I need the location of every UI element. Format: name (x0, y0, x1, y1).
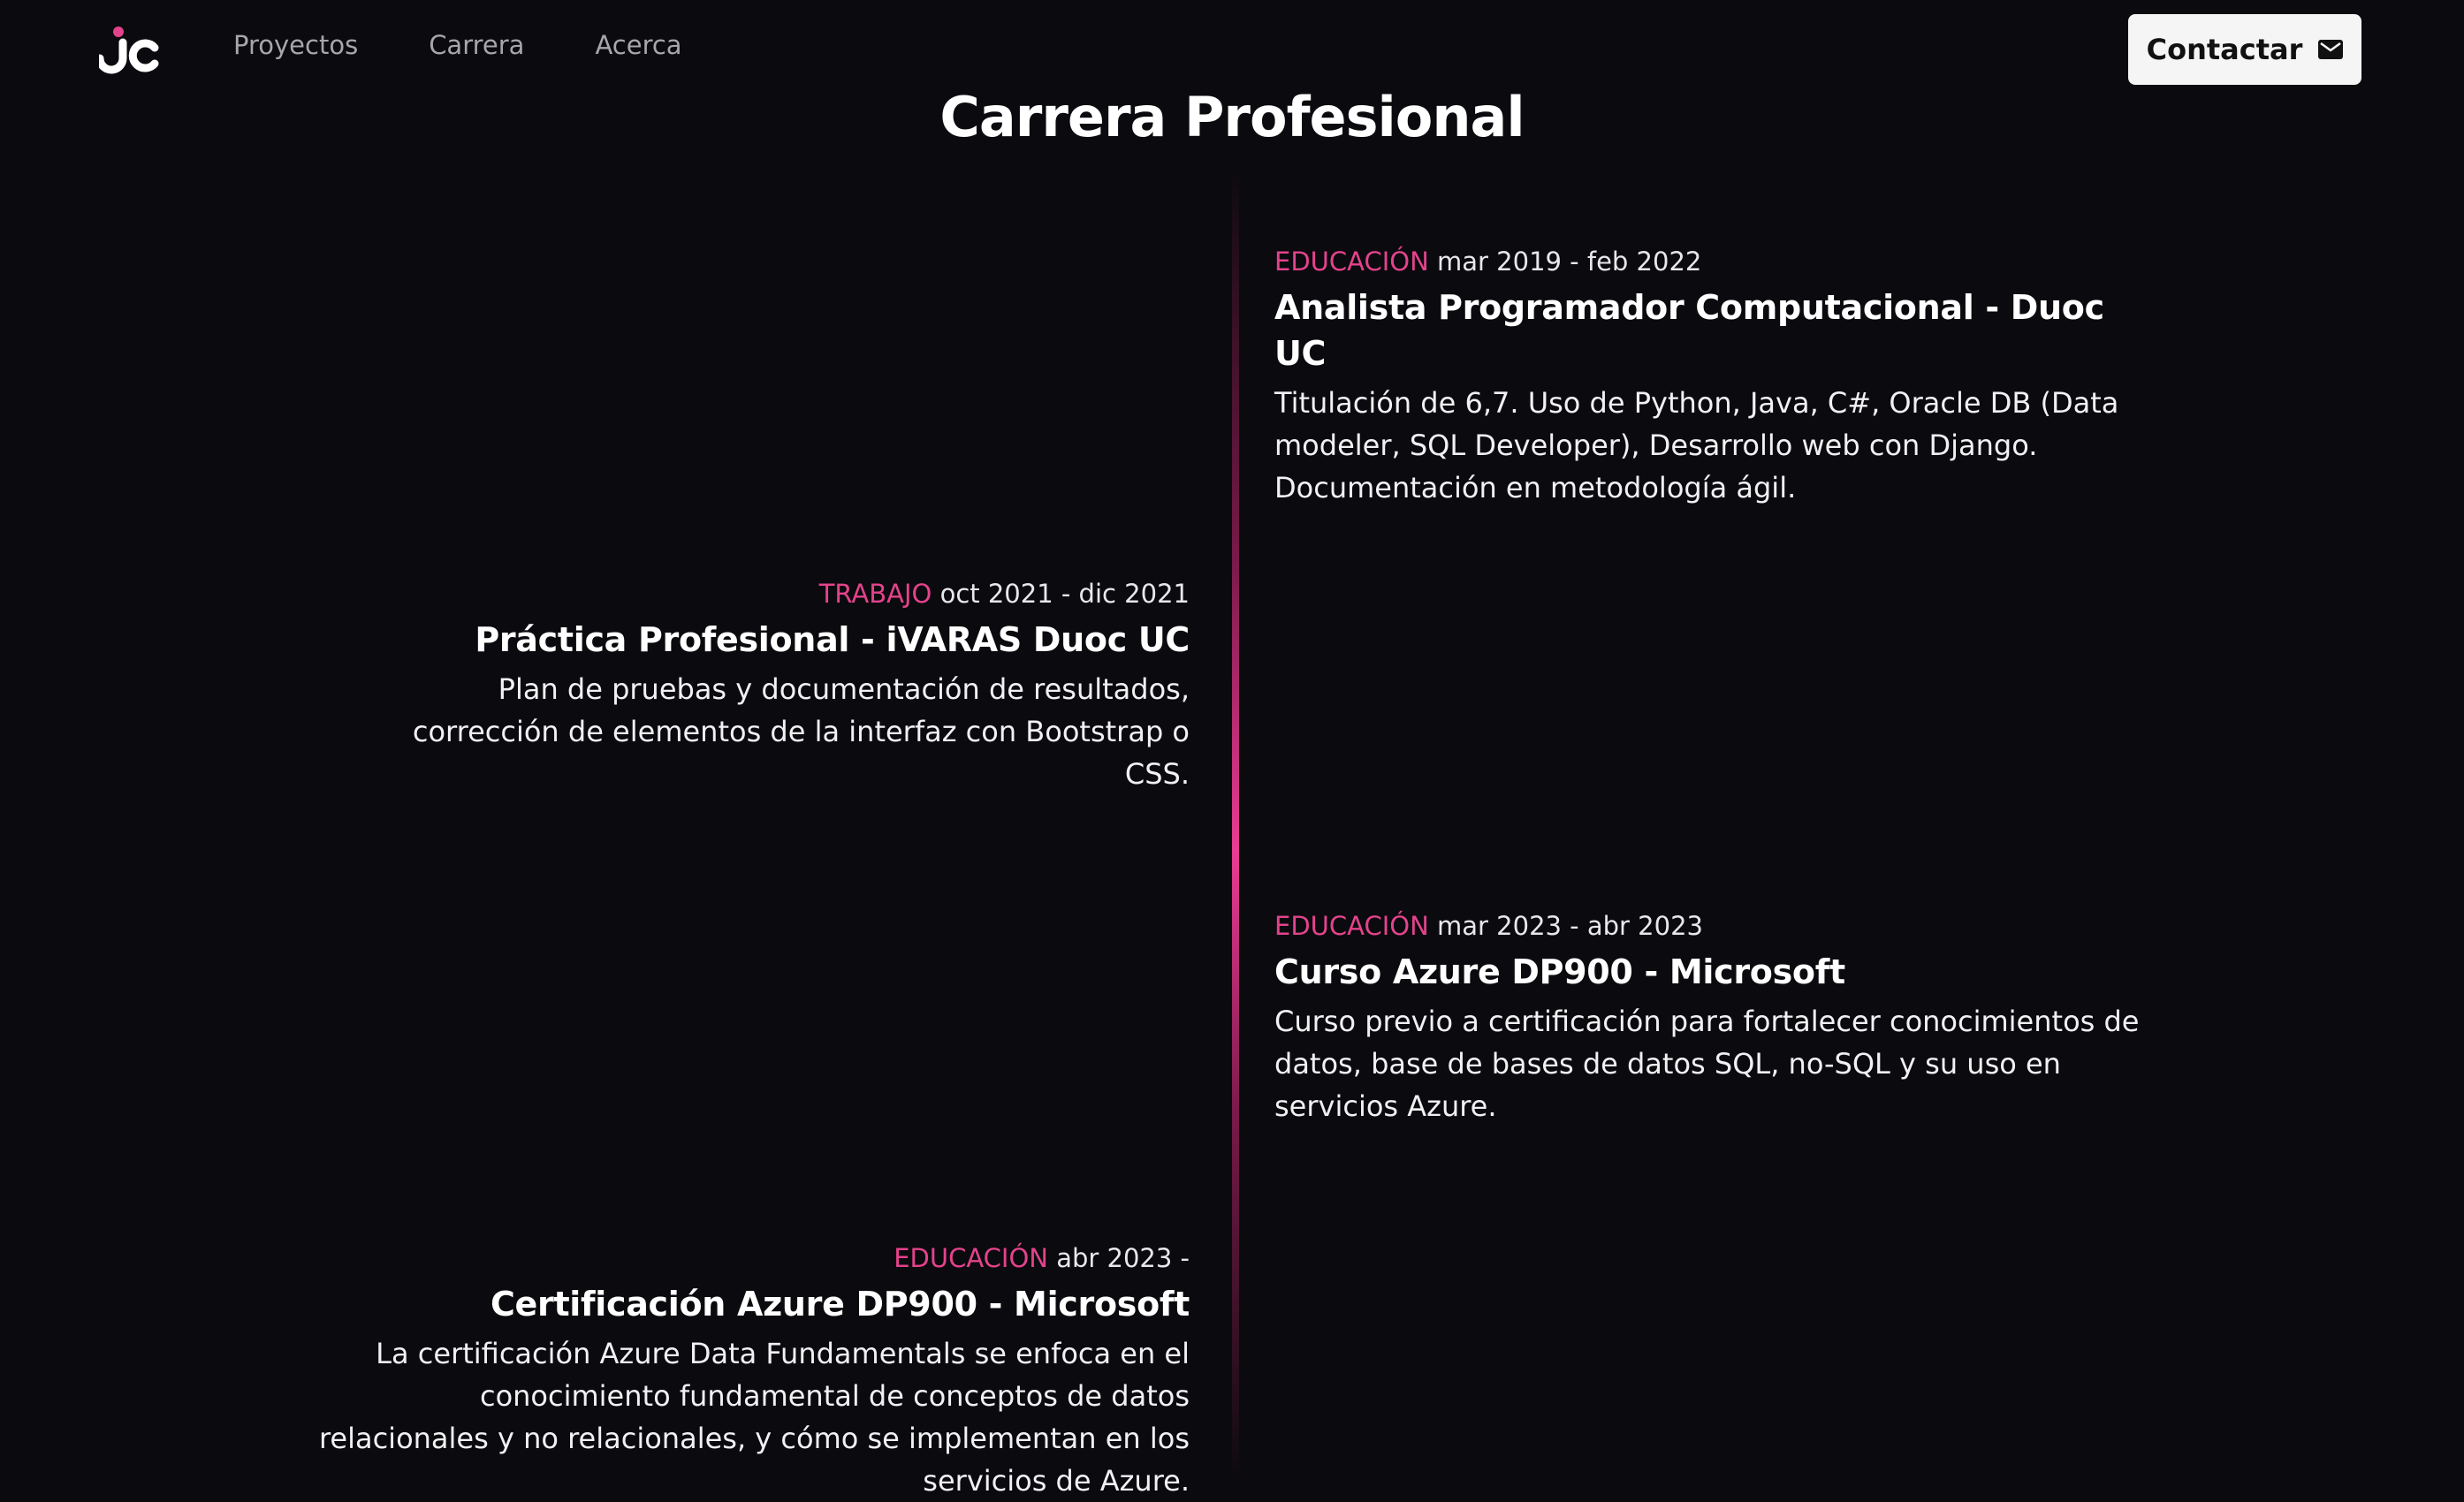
mail-icon (2318, 40, 2344, 59)
entry-tag: EDUCACIÓN (1274, 247, 1429, 277)
entry-title: Analista Programador Computacional - Duo… (1274, 288, 2104, 373)
entry-meta: EDUCACIÓN mar 2019 - feb 2022 (1274, 244, 2149, 279)
entry-tag: TRABAJO (818, 579, 932, 609)
entry-date: oct 2021 - dic 2021 (939, 579, 1190, 609)
timeline-entry: TRABAJO oct 2021 - dic 2021 Práctica Pro… (315, 576, 1190, 795)
entry-date: mar 2019 - feb 2022 (1437, 247, 1702, 277)
entry-description: Curso previo a certificación para fortal… (1274, 1005, 2140, 1123)
contact-button[interactable]: Contactar (2128, 14, 2361, 85)
nav-link-proyectos[interactable]: Proyectos (233, 30, 358, 60)
timeline-entry: EDUCACIÓN mar 2023 - abr 2023 Curso Azur… (1274, 908, 2149, 1127)
entry-meta: EDUCACIÓN mar 2023 - abr 2023 (1274, 908, 2149, 944)
entry-tag: EDUCACIÓN (894, 1243, 1048, 1273)
nav-link-acerca[interactable]: Acerca (595, 30, 681, 60)
entry-description: Plan de pruebas y documentación de resul… (412, 672, 1190, 791)
entry-meta: TRABAJO oct 2021 - dic 2021 (315, 576, 1190, 611)
entry-meta: EDUCACIÓN abr 2023 - (315, 1240, 1190, 1276)
entry-title: Práctica Profesional - iVARAS Duoc UC (475, 620, 1190, 659)
contact-button-label: Contactar (2146, 33, 2303, 66)
timeline-entry: EDUCACIÓN abr 2023 - Certificación Azure… (315, 1240, 1190, 1502)
entry-description: Titulación de 6,7. Uso de Python, Java, … (1274, 386, 2119, 504)
nav-links: Proyectos Carrera Acerca (233, 30, 682, 60)
entry-title: Curso Azure DP900 - Microsoft (1274, 952, 1845, 991)
page-title: Carrera Profesional (939, 85, 1525, 149)
entry-date: abr 2023 - (1056, 1243, 1190, 1273)
entry-date: mar 2023 - abr 2023 (1437, 911, 1703, 941)
timeline-line (1232, 168, 1239, 1481)
logo-mark-icon (95, 27, 159, 74)
entry-title: Certificación Azure DP900 - Microsoft (490, 1285, 1190, 1324)
entry-tag: EDUCACIÓN (1274, 911, 1429, 941)
nav-link-carrera[interactable]: Carrera (429, 30, 524, 60)
timeline-entry: EDUCACIÓN mar 2019 - feb 2022 Analista P… (1274, 244, 2149, 509)
entry-description: La certificación Azure Data Fundamentals… (318, 1337, 1190, 1498)
logo[interactable] (95, 25, 159, 74)
